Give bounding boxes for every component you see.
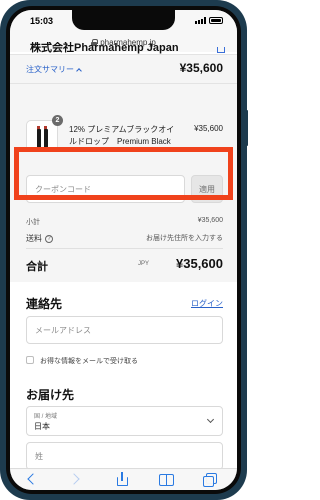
shipping-cost-text: 送料 <box>26 234 42 243</box>
total-label: 合計 <box>26 261 48 273</box>
info-icon[interactable]: ? <box>45 234 53 243</box>
login-link[interactable]: ログイン <box>191 298 223 309</box>
signal-icon <box>195 17 206 24</box>
status-time: 15:03 <box>30 16 54 26</box>
shipping-cost-label: 送料 ? <box>26 233 53 244</box>
contact-heading: 連絡先 <box>26 297 63 311</box>
newsletter-label: お得な情報をメールで受け取る <box>40 358 138 365</box>
notch <box>72 10 175 30</box>
country-label: 国 / 地域 <box>34 414 58 420</box>
country-select[interactable]: 国 / 地域 日本 <box>26 406 223 436</box>
bookmarks-icon[interactable] <box>158 472 174 486</box>
shipping-cost-value: お届け先住所を入力する <box>146 235 223 242</box>
last-name-field[interactable] <box>26 442 223 470</box>
screen: 15:03 pharmahemp.jp 株式会社Pharmahemp Japan… <box>10 10 237 490</box>
forward-icon[interactable] <box>68 472 84 486</box>
tabs-icon[interactable] <box>202 472 218 487</box>
divider <box>26 248 223 249</box>
volume-button <box>0 120 1 142</box>
country-value: 日本 <box>34 422 50 431</box>
total-value: ¥35,600 <box>176 256 223 271</box>
product-name: 12% プレミアムブラックオイルドロップ Premium Black <box>69 125 175 146</box>
order-summary-total: ¥35,600 <box>179 61 223 75</box>
chevron-up-icon <box>76 67 82 74</box>
email-field[interactable] <box>26 316 223 344</box>
newsletter-checkbox[interactable] <box>26 356 34 364</box>
cart-icon[interactable] <box>217 47 225 53</box>
phone-frame: 15:03 pharmahemp.jp 株式会社Pharmahemp Japan… <box>0 0 248 500</box>
shipping-heading: お届け先 <box>26 388 75 402</box>
back-icon[interactable] <box>24 472 40 486</box>
order-summary-toggle[interactable]: 注文サマリー <box>26 64 82 75</box>
product-price: ¥35,600 <box>194 124 223 133</box>
volume-button <box>0 90 1 112</box>
battery-icon <box>209 17 223 24</box>
shop-name: 株式会社Pharmahemp Japan <box>30 42 179 54</box>
quantity-badge: 2 <box>52 115 63 126</box>
bottle <box>37 129 41 148</box>
browser-toolbar <box>10 468 237 490</box>
order-summary-panel: 2 12% プレミアムブラックオイルドロップ Premium Black ¥35… <box>10 84 237 282</box>
order-summary-label: 注文サマリー <box>26 65 74 74</box>
currency-code: JPY <box>137 261 149 267</box>
coupon-code-input[interactable] <box>26 175 185 203</box>
bottle <box>44 129 48 148</box>
chevron-down-icon <box>206 415 215 424</box>
subtotal-value: ¥35,600 <box>197 217 223 224</box>
status-icons <box>195 17 223 24</box>
subtotal-label: 小計 <box>26 219 40 226</box>
order-summary-header[interactable]: 注文サマリー ¥35,600 <box>10 54 237 84</box>
apply-coupon-button[interactable]: 適用 <box>191 175 223 203</box>
power-button <box>246 110 248 146</box>
share-icon[interactable] <box>114 472 130 486</box>
